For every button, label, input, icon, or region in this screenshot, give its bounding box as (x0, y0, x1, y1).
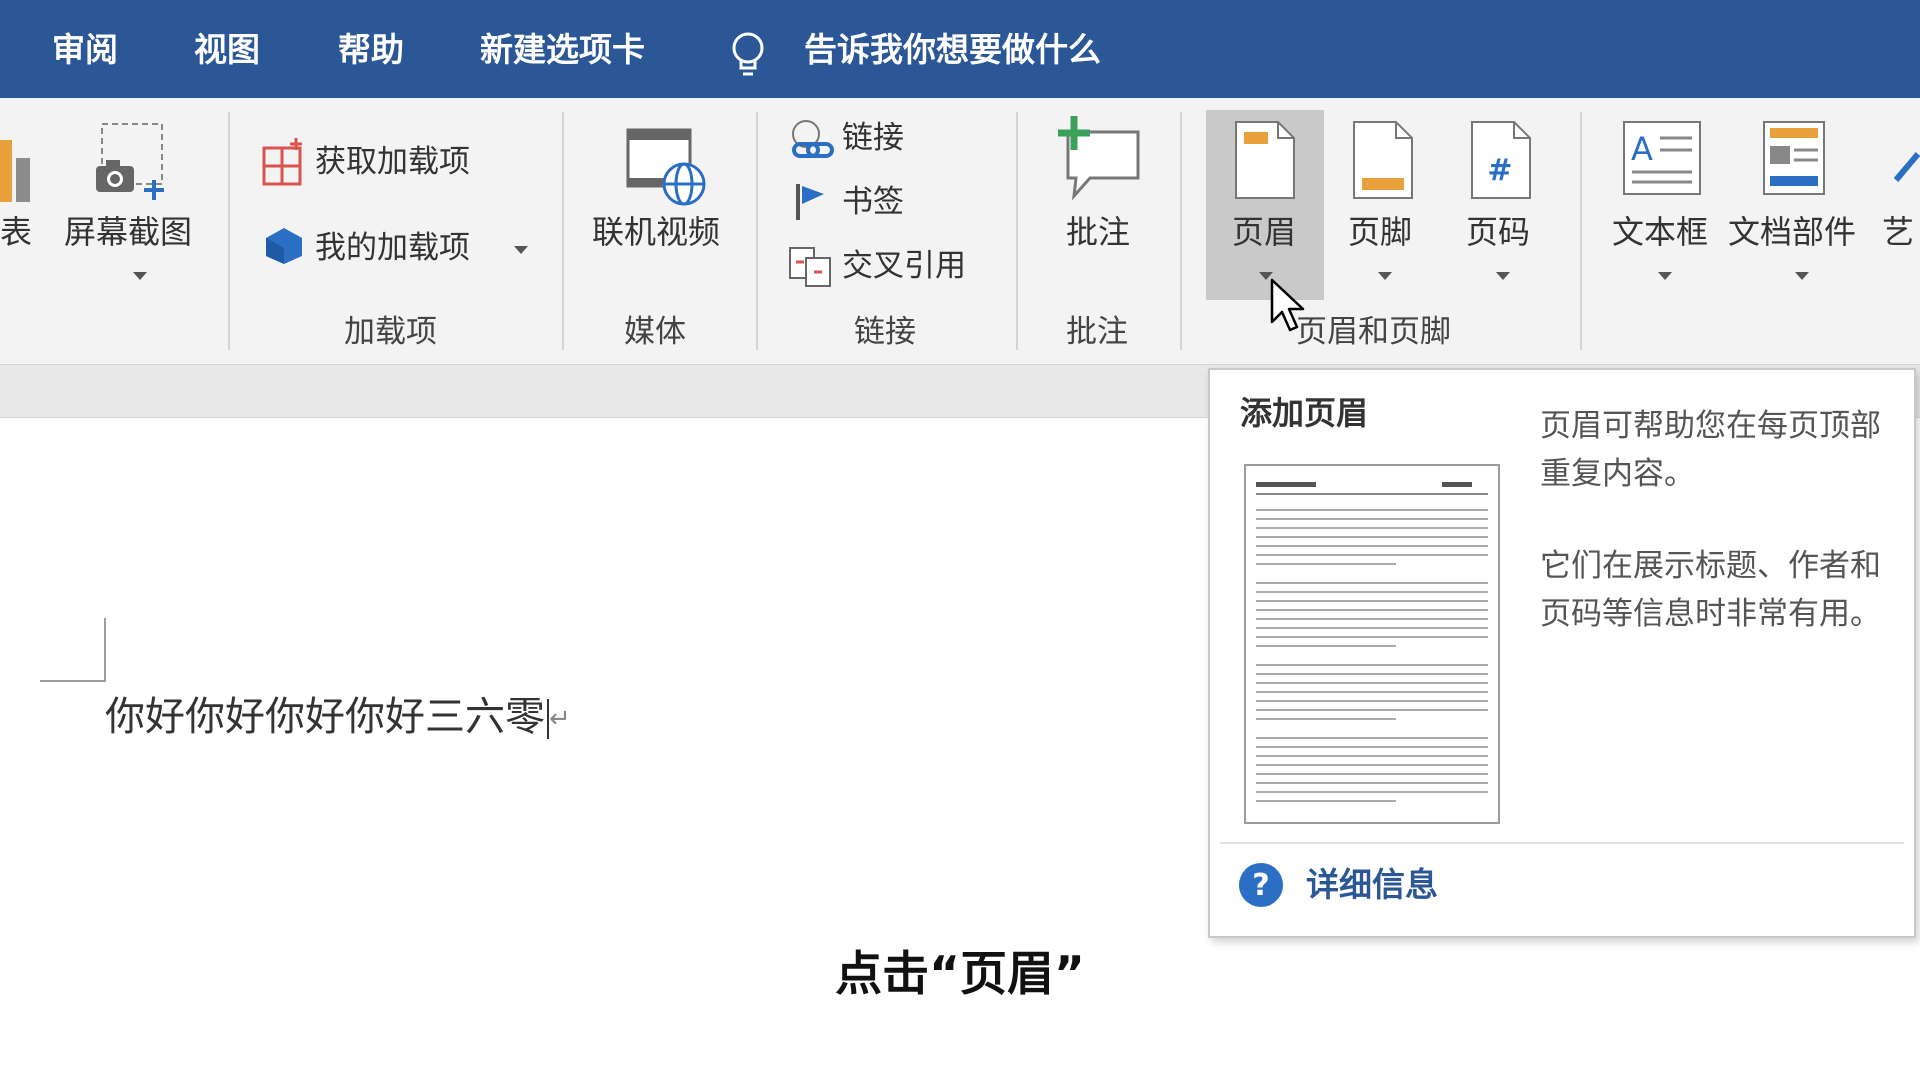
header-tooltip: 添加页眉 页眉可帮助您在每页顶部重复内容。 它们在展示标题、作者和页码等信息时非… (1208, 368, 1916, 938)
ribbon-tab-bar: 审阅 视图 帮助 新建选项卡 告诉我你想要做什么 (0, 0, 1920, 98)
online-video-icon (626, 128, 706, 206)
wordart-icon (1893, 152, 1920, 182)
chevron-down-icon (1658, 272, 1672, 280)
group-label-comments: 批注 (1066, 314, 1128, 350)
link-label: 链接 (842, 120, 904, 156)
header-label: 页眉 (1232, 213, 1297, 251)
screenshot-label: 屏幕截图 (64, 213, 193, 251)
tab-review[interactable]: 审阅 (52, 28, 118, 72)
group-divider (228, 112, 230, 350)
svg-text:A: A (1631, 130, 1653, 168)
tell-me-more-link[interactable]: 详细信息 (1306, 862, 1438, 908)
addin-cube-icon (266, 228, 302, 264)
page-number-label: 页码 (1466, 213, 1531, 251)
tab-help[interactable]: 帮助 (338, 28, 404, 72)
group-divider (1016, 112, 1018, 350)
group-label-header-footer: 页眉和页脚 (1296, 314, 1451, 350)
chevron-down-icon (514, 246, 528, 254)
group-divider (1580, 112, 1582, 350)
group-label-addins: 加载项 (344, 314, 437, 350)
bookmark-label: 书签 (842, 184, 904, 220)
cross-reference-label: 交叉引用 (842, 248, 966, 284)
page-number-icon: # (1471, 121, 1531, 199)
text-box-label: 文本框 (1612, 213, 1709, 251)
table-button-partial[interactable]: 表 (0, 210, 32, 254)
cross-reference-icon (789, 247, 831, 287)
comment-label: 批注 (1066, 213, 1131, 251)
group-label-media: 媒体 (624, 314, 686, 350)
chevron-down-icon (133, 272, 147, 280)
group-divider (756, 112, 758, 350)
svg-text:?: ? (1252, 868, 1269, 903)
tooltip-divider (1220, 842, 1904, 844)
text-box-icon: A (1623, 121, 1701, 195)
header-preview-thumbnail (1244, 464, 1500, 824)
quick-parts-icon (1763, 121, 1825, 195)
footer-label: 页脚 (1348, 213, 1413, 251)
tab-view[interactable]: 视图 (194, 28, 260, 72)
paragraph-mark-icon: ↵ (549, 704, 571, 734)
help-circle-icon[interactable]: ? (1238, 862, 1284, 908)
page-margin-marker (40, 618, 106, 682)
my-addins-label: 我的加载项 (315, 230, 470, 266)
comment-icon (1058, 116, 1140, 200)
chevron-down-icon (1496, 272, 1510, 280)
group-label-links: 链接 (854, 314, 916, 350)
group-divider (562, 112, 564, 350)
ribbon: 表 屏幕截图 获取加载项 我的加载项 加载项 联机视频 媒体 链接 书签 交叉引… (0, 98, 1920, 365)
group-divider (1180, 112, 1182, 350)
video-subtitle: 点击“页眉” (835, 947, 1085, 1002)
header-page-icon (1235, 121, 1295, 199)
tooltip-title: 添加页眉 (1240, 394, 1369, 432)
footer-page-icon (1353, 121, 1413, 199)
tooltip-description-1: 页眉可帮助您在每页顶部重复内容。 (1540, 408, 1881, 492)
lightbulb-icon (732, 32, 764, 76)
chevron-down-icon (1378, 272, 1392, 280)
chevron-down-icon (1795, 272, 1809, 280)
get-addins-label: 获取加载项 (315, 144, 470, 180)
online-video-label: 联机视频 (592, 213, 721, 251)
document-body-text[interactable]: 你好你好你好你好三六零 ↵ (105, 692, 571, 742)
wordart-label: 艺 (1882, 213, 1915, 251)
tooltip-description-2: 它们在展示标题、作者和页码等信息时非常有用。 (1540, 548, 1881, 632)
tab-new-tab[interactable]: 新建选项卡 (480, 28, 645, 72)
screenshot-icon (96, 123, 164, 200)
bookmark-flag-icon (796, 184, 824, 220)
hash-glyph: # (1487, 153, 1512, 188)
chart-icon (0, 140, 34, 202)
link-icon (792, 120, 834, 158)
tell-me-search[interactable]: 告诉我你想要做什么 (804, 28, 1101, 72)
document-paragraph: 你好你好你好你好三六零 (105, 694, 545, 740)
quick-parts-label: 文档部件 (1728, 213, 1857, 251)
store-icon (262, 138, 302, 186)
mouse-pointer-icon (1270, 278, 1305, 332)
